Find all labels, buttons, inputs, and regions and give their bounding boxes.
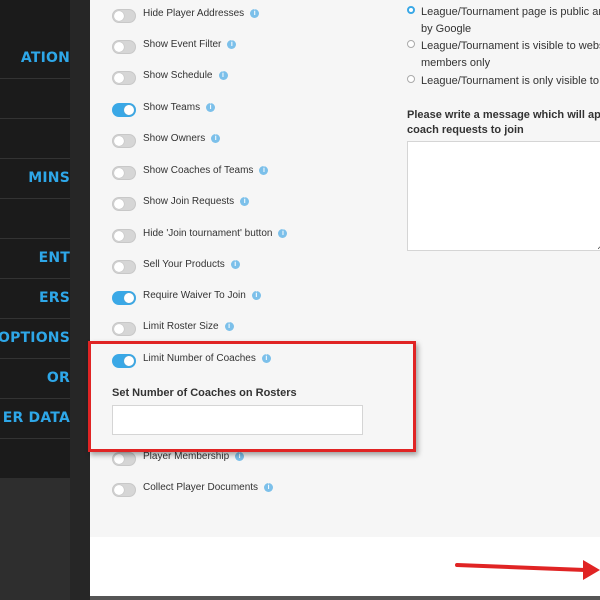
info-icon[interactable]: i xyxy=(278,229,288,238)
hide-player-addresses-toggle[interactable] xyxy=(112,9,136,23)
show-schedule-toggle[interactable] xyxy=(112,71,136,85)
setting-label: Hide Player Addresses xyxy=(143,8,245,19)
info-icon[interactable]: i xyxy=(264,483,274,492)
setting-label: Limit Roster Size xyxy=(143,321,219,332)
setting-label: Player Membership xyxy=(143,451,230,462)
show-owners-toggle[interactable] xyxy=(112,134,136,148)
join-message-heading-line1: Please write a message which will appe xyxy=(407,109,600,121)
info-icon[interactable]: i xyxy=(235,452,245,461)
sidebar-item-1[interactable] xyxy=(0,78,70,119)
sidebar: ATION MINS ENT ERS OPTIONS OR ER DATA xyxy=(0,0,70,478)
info-icon[interactable]: i xyxy=(250,9,260,18)
sidebar-item-label: ATION xyxy=(20,50,70,66)
show-join-requests-toggle[interactable] xyxy=(112,197,136,211)
info-icon[interactable]: i xyxy=(259,166,269,175)
sidebar-item-label: ERS xyxy=(38,290,70,306)
limit-roster-size-toggle[interactable] xyxy=(112,322,136,336)
setting-label: Collect Player Documents xyxy=(143,482,259,493)
player-membership-toggle[interactable] xyxy=(112,452,136,466)
info-icon[interactable]: i xyxy=(218,71,228,80)
radio-button[interactable] xyxy=(407,75,415,83)
setting-label: Show Teams xyxy=(143,102,201,113)
show-event-filter-toggle[interactable] xyxy=(112,40,136,54)
info-icon[interactable]: i xyxy=(230,260,240,269)
sidebar-gutter xyxy=(70,0,90,600)
option-label: by Google xyxy=(421,23,472,35)
join-message-heading-line2: coach requests to join xyxy=(407,124,524,136)
setting-label: Show Join Requests xyxy=(143,196,235,207)
setting-label: Sell Your Products xyxy=(143,259,225,270)
sidebar-item-8[interactable]: OR xyxy=(0,358,70,399)
join-message-heading: Please write a message which will appe c… xyxy=(407,108,600,138)
footer-divider xyxy=(90,596,600,600)
info-icon[interactable]: i xyxy=(206,103,216,112)
hide-join-tournament-button-toggle[interactable] xyxy=(112,229,136,243)
sidebar-item-2[interactable] xyxy=(0,118,70,159)
setting-label: Require Waiver To Join xyxy=(143,290,246,301)
setting-label: Show Event Filter xyxy=(143,39,222,50)
sidebar-item-label: ER DATA xyxy=(2,410,70,426)
require-waiver-to-join-toggle[interactable] xyxy=(112,291,136,305)
option-label: League/Tournament is visible to webs xyxy=(421,40,600,52)
info-icon[interactable]: i xyxy=(211,134,221,143)
sidebar-item-9[interactable]: ER DATA xyxy=(0,398,70,439)
radio-button[interactable] xyxy=(407,6,415,14)
info-icon[interactable]: i xyxy=(224,322,234,331)
show-coaches-of-teams-toggle[interactable] xyxy=(112,166,136,180)
option-label: League/Tournament page is public an xyxy=(421,6,600,18)
show-teams-toggle[interactable] xyxy=(112,103,136,117)
setting-label: Show Schedule xyxy=(143,70,213,81)
info-icon[interactable]: i xyxy=(227,40,237,49)
setting-label: Hide 'Join tournament' button xyxy=(143,228,273,239)
highlight-box xyxy=(88,341,416,452)
info-icon[interactable]: i xyxy=(251,291,261,300)
sidebar-item-label: ENT xyxy=(38,250,70,266)
sidebar-item-7[interactable]: OPTIONS xyxy=(0,318,70,359)
option-label: League/Tournament is only visible to xyxy=(421,75,599,87)
collect-player-documents-toggle[interactable] xyxy=(112,483,136,497)
sidebar-item-label: OR xyxy=(46,370,70,386)
radio-button[interactable] xyxy=(407,40,415,48)
info-icon[interactable]: i xyxy=(240,197,250,206)
sidebar-item-5[interactable]: ENT xyxy=(0,238,70,279)
sidebar-item-label: MINS xyxy=(28,170,70,186)
sidebar-item-3[interactable]: MINS xyxy=(0,158,70,199)
setting-label: Show Owners xyxy=(143,133,206,144)
sell-your-products-toggle[interactable] xyxy=(112,260,136,274)
sidebar-item-6[interactable]: ERS xyxy=(0,278,70,319)
sidebar-item-label: OPTIONS xyxy=(0,330,70,346)
red-arrow-icon xyxy=(455,560,600,580)
join-message-textarea[interactable] xyxy=(407,141,600,251)
sidebar-item-0[interactable]: ATION xyxy=(0,38,70,79)
sidebar-item-4[interactable] xyxy=(0,198,70,239)
setting-label: Show Coaches of Teams xyxy=(143,165,254,176)
option-label: members only xyxy=(421,57,491,69)
